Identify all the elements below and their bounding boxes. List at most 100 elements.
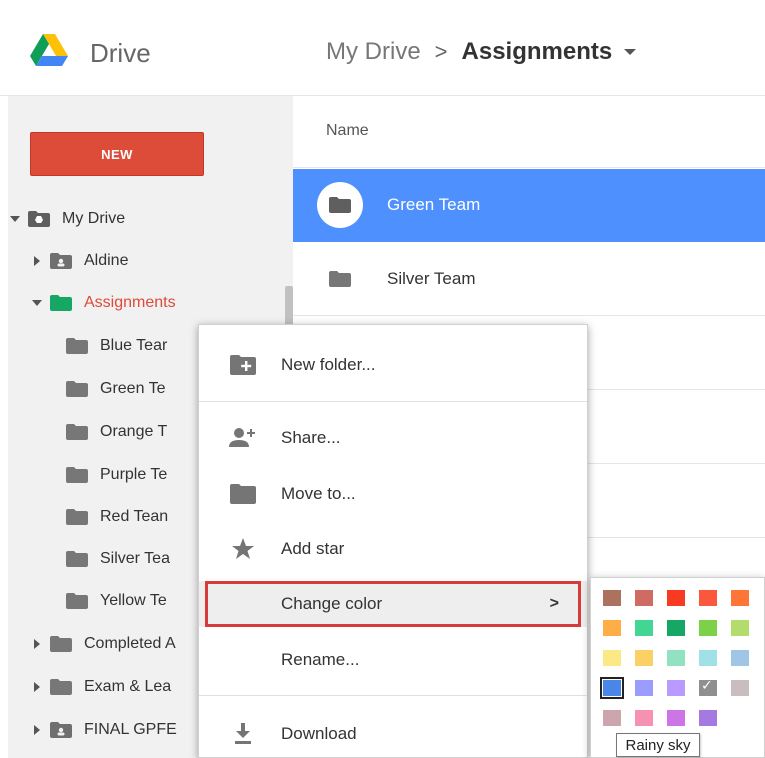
sidebar-item-silver-team[interactable]: Silver Tea [60,544,170,574]
sidebar-item-label: Exam & Lea [84,678,172,695]
sidebar-item-purple-team[interactable]: Purple Te [60,460,167,490]
color-swatch[interactable] [699,620,717,636]
menu-item-label: Download [281,724,357,743]
color-swatch[interactable] [667,650,685,666]
file-name: Silver Team [387,269,476,288]
menu-divider [199,401,587,402]
color-swatch[interactable] [731,590,749,606]
sidebar-item-label: Aldine [84,252,129,269]
color-swatch[interactable] [603,650,621,666]
color-swatch[interactable] [699,590,717,606]
folder-icon [66,509,88,525]
color-swatch[interactable] [667,710,685,726]
folder-icon [66,338,88,354]
folder-icon [66,467,88,483]
color-swatch[interactable] [699,710,717,726]
menu-item-add-star[interactable]: Add star [199,526,587,572]
chevron-down-icon[interactable] [624,49,637,55]
folder-icon [66,424,88,440]
sidebar-item-exam[interactable]: Exam & Lea [30,672,171,702]
folder-icon [329,197,351,213]
color-swatch[interactable] [635,710,653,726]
download-icon [235,723,251,744]
color-swatch[interactable] [635,680,653,696]
folder-icon [66,593,88,609]
color-swatch[interactable] [635,650,653,666]
app-title[interactable]: Drive [90,38,151,69]
breadcrumb-separator: > [434,39,448,64]
menu-item-label: New folder... [281,355,376,374]
sidebar-item-label: Green Te [100,380,166,397]
menu-item-new-folder[interactable]: New folder... [199,342,587,388]
folder-icon [50,679,72,695]
expand-arrow-icon[interactable] [34,682,40,692]
expand-arrow-icon[interactable] [34,256,40,266]
app-header: Drive My Drive > Assignments [0,0,765,96]
sidebar-item-blue-team[interactable]: Blue Tear [60,331,167,361]
drive-logo-icon[interactable] [30,34,68,68]
sidebar-item-final[interactable]: FINAL GPFE [30,715,177,745]
file-name: Green Team [387,195,481,214]
sidebar-item-my-drive[interactable]: My Drive [8,204,125,234]
menu-item-label: Rename... [281,650,360,669]
folder-icon [230,484,256,504]
menu-item-rename[interactable]: Rename... [199,637,587,683]
color-swatch[interactable] [635,620,653,636]
folder-icon [50,636,72,652]
color-swatch[interactable] [667,590,685,606]
sidebar-item-yellow-team[interactable]: Yellow Te [60,586,167,616]
color-swatch[interactable] [731,680,749,696]
breadcrumb-root[interactable]: My Drive [326,38,421,66]
sidebar-item-completed[interactable]: Completed A [30,629,176,659]
new-folder-icon [230,355,256,375]
sidebar-item-orange-team[interactable]: Orange T [60,417,167,447]
check-icon: ✓ [701,677,713,693]
sidebar-item-label: Red Tean [100,508,169,525]
menu-item-move-to[interactable]: Move to... [199,471,587,517]
expand-arrow-icon[interactable] [10,216,20,222]
color-swatch[interactable] [603,710,621,726]
color-swatch[interactable] [603,620,621,636]
menu-item-download[interactable]: Download [199,711,587,757]
color-swatch[interactable] [667,620,685,636]
color-swatch[interactable] [731,620,749,636]
menu-item-share[interactable]: Share... [199,415,587,461]
file-row-silver-team[interactable]: Silver Team [293,243,765,316]
new-button[interactable]: NEW [30,132,204,176]
color-swatch[interactable] [699,650,717,666]
color-tooltip: Rainy sky [616,733,700,757]
sidebar-item-label: Orange T [100,423,168,440]
sidebar-item-label: Completed A [84,635,176,652]
expand-arrow-icon[interactable] [34,639,40,649]
color-swatch[interactable] [731,650,749,666]
annotation-highlight-box [205,581,581,627]
sidebar-item-assignments[interactable]: Assignments [30,288,176,318]
color-swatch[interactable] [667,680,685,696]
sidebar-item-label: FINAL GPFE [84,721,177,738]
color-swatch[interactable] [603,590,621,606]
context-menu: New folder... Share... Move to... Add st [198,324,588,758]
column-header-name[interactable]: Name [326,122,369,140]
breadcrumb-current[interactable]: Assignments [462,38,613,66]
sidebar-item-green-team[interactable]: Green Te [60,374,166,404]
green-folder-icon [50,295,72,311]
add-person-icon [229,428,255,447]
file-list-header: Name [293,96,765,168]
expand-arrow-icon[interactable] [34,725,40,735]
sidebar-item-aldine[interactable]: Aldine [30,246,128,276]
color-swatch[interactable] [635,590,653,606]
menu-item-label: Add star [281,539,345,558]
menu-item-label: Move to... [281,484,356,503]
menu-divider [199,695,587,696]
color-palette: ✓ [590,577,765,758]
breadcrumb: My Drive > Assignments [326,38,637,66]
expand-arrow-icon[interactable] [32,300,42,306]
color-swatch[interactable]: ✓ [699,677,717,696]
drive-folder-icon [28,211,50,227]
sidebar-item-red-team[interactable]: Red Tean [60,502,168,532]
color-swatch[interactable] [600,677,624,699]
file-row-green-team[interactable]: Green Team [293,169,765,242]
folder-icon [66,551,88,567]
shared-folder-icon [50,722,72,738]
sidebar-item-label: Assignments [84,294,176,311]
